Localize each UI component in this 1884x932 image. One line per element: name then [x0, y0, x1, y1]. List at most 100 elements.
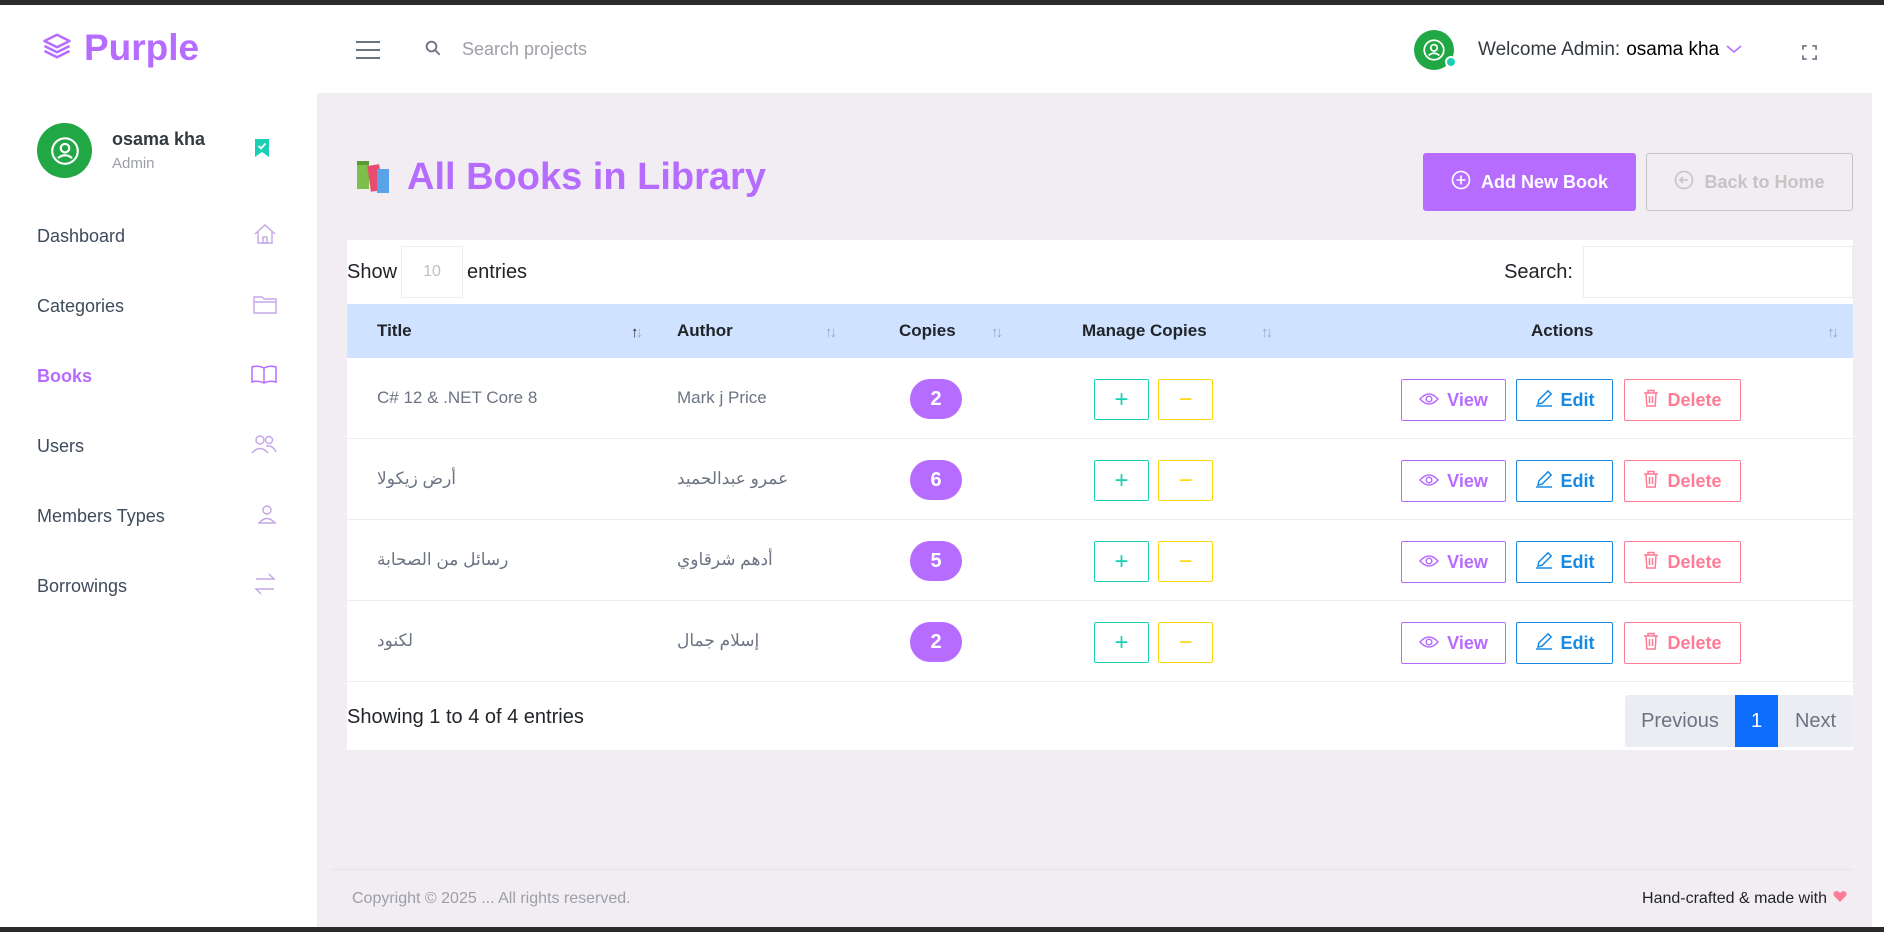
- delete-button[interactable]: Delete: [1624, 622, 1741, 664]
- entries-length-select[interactable]: 10: [401, 246, 464, 298]
- user-icon: [257, 504, 277, 529]
- sidebar-item-label: Members Types: [37, 505, 165, 526]
- column-header-copies[interactable]: Copies: [899, 304, 956, 358]
- sidebar-item-label: Users: [37, 435, 85, 456]
- increase-copies-button[interactable]: +: [1094, 379, 1149, 420]
- heart-icon: [1833, 890, 1847, 908]
- users-icon: [251, 434, 277, 459]
- pencil-icon: [1535, 551, 1553, 574]
- sidebar-item-members-types[interactable]: Members Types: [0, 481, 317, 551]
- decrease-copies-button[interactable]: −: [1158, 541, 1213, 582]
- home-icon: [253, 223, 277, 250]
- table-info: Showing 1 to 4 of 4 entries: [347, 706, 584, 728]
- sidebar-item-dashboard[interactable]: Dashboard: [0, 201, 317, 271]
- welcome-prefix: Welcome Admin:: [1478, 39, 1621, 60]
- menu-toggle-icon[interactable]: [356, 41, 380, 59]
- top-navbar: Purple Welcome Admin: osama kha: [0, 5, 1884, 93]
- sort-icon[interactable]: ↑↓: [991, 324, 1003, 341]
- table-row: أرض زيكولا عمرو عبدالحميد 6 + − View Edi…: [347, 439, 1853, 520]
- delete-button[interactable]: Delete: [1624, 541, 1741, 583]
- pagination: Previous 1 Next: [1625, 695, 1853, 747]
- sort-icon[interactable]: ↑↓: [825, 324, 837, 341]
- pagination-next[interactable]: Next: [1778, 695, 1853, 747]
- page-title-text: All Books in Library: [407, 156, 766, 198]
- sidebar-item-users[interactable]: Users: [0, 411, 317, 481]
- pencil-icon: [1535, 470, 1553, 493]
- page-footer: Copyright © 2025 ... All rights reserved…: [331, 869, 1853, 927]
- minus-icon: −: [1178, 466, 1193, 494]
- book-title: لكنود: [377, 631, 414, 650]
- user-dropdown[interactable]: Welcome Admin: osama kha: [1478, 39, 1743, 61]
- minus-icon: −: [1178, 385, 1193, 413]
- table-row: C# 12 & .NET Core 8 Mark j Price 2 + − V…: [347, 358, 1853, 439]
- column-header-title[interactable]: Title: [377, 304, 412, 358]
- sidebar-item-categories[interactable]: Categories: [0, 271, 317, 341]
- sidebar-profile[interactable]: osama kha Admin: [37, 123, 287, 179]
- column-header-author[interactable]: Author: [677, 304, 733, 358]
- increase-copies-button[interactable]: +: [1094, 622, 1149, 663]
- edit-button[interactable]: Edit: [1516, 379, 1613, 421]
- table-header: Title ↑↓ Author ↑↓ Copies ↑↓ Manage Copi…: [347, 304, 1853, 358]
- delete-label: Delete: [1667, 470, 1722, 491]
- back-to-home-button[interactable]: Back to Home: [1646, 153, 1853, 211]
- sort-icon[interactable]: ↑↓: [1261, 324, 1273, 341]
- sidebar: osama kha Admin Dashboard Categories Boo…: [0, 93, 317, 927]
- sidebar-menu: Dashboard Categories Books Users Members…: [0, 201, 317, 621]
- increase-copies-button[interactable]: +: [1094, 460, 1149, 501]
- copyright-text: Copyright © 2025 ... All rights reserved…: [352, 890, 631, 907]
- edit-button[interactable]: Edit: [1516, 622, 1613, 664]
- delete-label: Delete: [1667, 632, 1722, 653]
- sidebar-item-books[interactable]: Books: [0, 341, 317, 411]
- view-button[interactable]: View: [1401, 379, 1506, 421]
- book-title: رسائل من الصحابة: [377, 550, 509, 569]
- avatar[interactable]: [1414, 30, 1457, 70]
- column-header-actions[interactable]: Actions: [1531, 304, 1593, 358]
- view-button[interactable]: View: [1401, 622, 1506, 664]
- show-label: Show: [347, 260, 398, 283]
- column-header-manage-copies[interactable]: Manage Copies: [1082, 304, 1207, 358]
- decrease-copies-button[interactable]: −: [1158, 622, 1213, 663]
- brand-name: Purple: [84, 27, 200, 68]
- sort-icon[interactable]: ↑↓: [1827, 324, 1839, 341]
- books-table-card: Show 10 entries Search: Title ↑↓ Author …: [347, 240, 1853, 750]
- table-search-input[interactable]: [1583, 246, 1853, 298]
- delete-label: Delete: [1667, 389, 1722, 410]
- copies-badge: 2: [910, 622, 962, 662]
- trash-icon: [1643, 470, 1659, 493]
- scrollbar-track[interactable]: [1872, 5, 1884, 927]
- brand-logo[interactable]: Purple: [42, 27, 199, 69]
- eye-icon: [1419, 471, 1440, 492]
- sidebar-item-borrowings[interactable]: Borrowings: [0, 551, 317, 621]
- page-title: All Books in Library: [355, 155, 766, 200]
- book-author: Mark j Price: [677, 388, 767, 407]
- plus-icon: +: [1114, 385, 1129, 413]
- table-search-label: Search:: [1504, 260, 1573, 283]
- sort-asc-icon[interactable]: ↑↓: [631, 324, 643, 341]
- sidebar-item-label: Books: [37, 365, 93, 386]
- view-button[interactable]: View: [1401, 460, 1506, 502]
- search-input[interactable]: [462, 33, 822, 65]
- avatar: [37, 123, 92, 178]
- fullscreen-icon[interactable]: [1802, 45, 1817, 65]
- edit-button[interactable]: Edit: [1516, 541, 1613, 583]
- add-new-book-button[interactable]: Add New Book: [1423, 153, 1636, 211]
- welcome-user: osama kha: [1626, 39, 1720, 60]
- delete-button[interactable]: Delete: [1624, 379, 1741, 421]
- edit-label: Edit: [1560, 632, 1595, 653]
- plus-icon: +: [1114, 628, 1129, 656]
- eye-icon: [1419, 390, 1440, 411]
- decrease-copies-button[interactable]: −: [1158, 460, 1213, 501]
- pagination-page[interactable]: 1: [1735, 695, 1778, 747]
- delete-label: Delete: [1667, 551, 1722, 572]
- bookmark-check-icon: [255, 139, 269, 162]
- view-label: View: [1447, 632, 1488, 653]
- increase-copies-button[interactable]: +: [1094, 541, 1149, 582]
- chevron-down-icon: [1725, 39, 1743, 61]
- decrease-copies-button[interactable]: −: [1158, 379, 1213, 420]
- edit-button[interactable]: Edit: [1516, 460, 1613, 502]
- profile-role: Admin: [112, 155, 155, 172]
- view-button[interactable]: View: [1401, 541, 1506, 583]
- pagination-previous[interactable]: Previous: [1625, 695, 1735, 747]
- book-author: أدهم شرقاوي: [677, 550, 773, 569]
- delete-button[interactable]: Delete: [1624, 460, 1741, 502]
